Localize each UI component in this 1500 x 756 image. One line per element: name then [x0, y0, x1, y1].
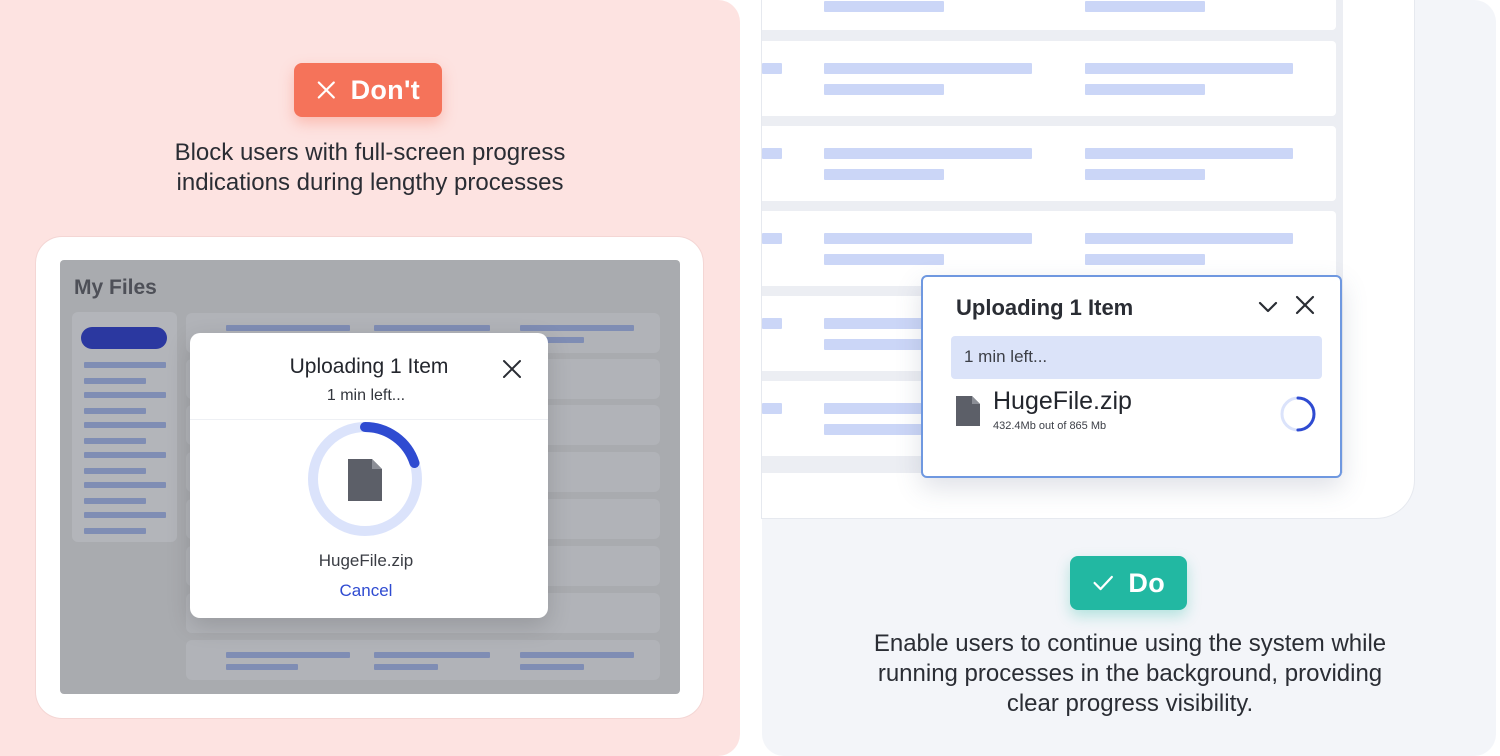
row-skeleton-line: [1085, 169, 1205, 180]
do-badge: Do: [1070, 556, 1187, 610]
row-skeleton-line: [824, 148, 1032, 159]
row-skeleton-line: [824, 254, 944, 265]
dont-caption: Block users with full-screen progress in…: [100, 138, 640, 198]
do-caption-line-3: clear progress visibility.: [1006, 690, 1254, 717]
modal-time-left: 1 min left...: [326, 387, 406, 404]
sidebar-skeleton-line: [84, 512, 166, 518]
sidebar-skeleton-line: [84, 498, 146, 504]
row-skeleton-line: [1085, 63, 1293, 74]
row-skeleton-line: [226, 325, 350, 331]
do-caption-line-1: Enable users to continue using the syste…: [873, 630, 1387, 657]
circular-progress: [308, 422, 422, 536]
row-skeleton-line: [226, 664, 298, 670]
file-icon: [348, 459, 382, 501]
row-skeleton-line: [762, 403, 782, 414]
dont-caption-line-1: Block users with full-screen progress: [174, 139, 566, 166]
do-caption: Enable users to continue using the syste…: [820, 629, 1440, 719]
row-skeleton-line: [374, 664, 438, 670]
row-skeleton-line: [520, 325, 634, 331]
row-skeleton-line: [1085, 84, 1205, 95]
dont-badge: Don't: [294, 63, 442, 117]
upload-panel-title: Uploading 1 Item: [956, 295, 1134, 320]
row-skeleton-line: [1085, 148, 1293, 159]
sidebar-skeleton-line: [84, 408, 146, 414]
screen-title: My Files: [74, 276, 157, 299]
row-skeleton-line: [824, 1, 944, 12]
row-skeleton-line: [762, 148, 782, 159]
modal-title: Uploading 1 Item: [289, 355, 449, 378]
close-icon[interactable]: [502, 359, 522, 379]
row-skeleton-line: [762, 318, 782, 329]
row-skeleton-line: [762, 233, 782, 244]
blocking-upload-modal: Uploading 1 Item 1 min left... HugeFile.…: [190, 333, 548, 618]
row-skeleton-line: [374, 652, 490, 658]
sidebar-skeleton-line: [84, 378, 146, 384]
sidebar-skeleton-line: [84, 362, 166, 368]
sidebar-primary-button: [81, 327, 167, 349]
upload-file-name: HugeFile.zip: [993, 387, 1132, 415]
row-skeleton-line: [824, 169, 944, 180]
progress-spinner: [1280, 396, 1316, 432]
row-skeleton-line: [374, 325, 490, 331]
sidebar-skeleton-line: [84, 468, 146, 474]
dont-caption-line-2: indications during lengthy processes: [176, 169, 564, 196]
close-icon[interactable]: [1295, 295, 1315, 315]
row-skeleton-line: [824, 63, 1032, 74]
upload-file-size: 432.4Mb out of 865 Mb: [993, 420, 1107, 432]
dimmed-file-row: [186, 640, 660, 680]
cancel-button[interactable]: Cancel: [190, 581, 542, 601]
file-icon: [956, 396, 980, 426]
sidebar-skeleton-line: [84, 528, 146, 534]
row-skeleton-line: [520, 652, 634, 658]
close-icon: [317, 81, 335, 99]
list-row: [762, 0, 1336, 30]
list-row: [762, 41, 1336, 116]
sidebar-skeleton-line: [84, 438, 146, 444]
row-skeleton-line: [226, 652, 350, 658]
modal-file-name: HugeFile.zip: [318, 551, 414, 570]
dont-badge-label: Don't: [350, 74, 420, 105]
row-skeleton-line: [1085, 1, 1205, 12]
time-left-banner: 1 min left...: [951, 336, 1322, 379]
sidebar-skeleton-line: [84, 482, 166, 488]
row-skeleton-line: [520, 664, 584, 670]
list-row: [762, 126, 1336, 201]
background-upload-panel: Uploading 1 Item 1 min left... HugeFile.…: [921, 275, 1342, 478]
sidebar-skeleton-line: [84, 452, 166, 458]
row-skeleton-line: [824, 84, 944, 95]
chevron-down-icon[interactable]: [1258, 297, 1278, 317]
row-skeleton-line: [1085, 254, 1205, 265]
sidebar-skeleton-line: [84, 422, 166, 428]
dimmed-sidebar: [72, 312, 177, 542]
sidebar-skeleton-line: [84, 392, 166, 398]
row-skeleton-line: [1085, 233, 1293, 244]
do-badge-label: Do: [1128, 567, 1165, 598]
do-caption-line-2: running processes in the background, pro…: [877, 660, 1383, 687]
row-skeleton-line: [762, 63, 782, 74]
check-icon: [1093, 575, 1113, 591]
row-skeleton-line: [824, 233, 1032, 244]
